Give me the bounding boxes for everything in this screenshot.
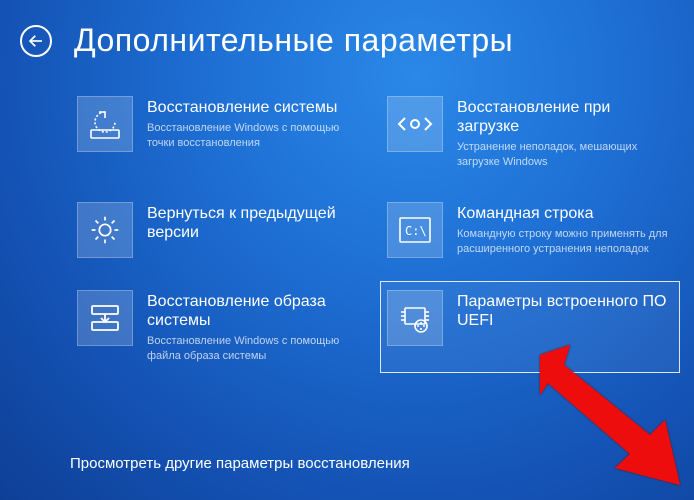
header: Дополнительные параметры	[0, 0, 694, 69]
firmware-chip-icon	[387, 290, 443, 346]
tile-uefi-firmware[interactable]: Параметры встроенного ПО UEFI	[380, 281, 680, 373]
tile-system-restore[interactable]: Восстановление системы Восстановление Wi…	[70, 87, 370, 179]
page-title: Дополнительные параметры	[74, 22, 513, 59]
tile-startup-repair[interactable]: Восстановление при загрузке Устранение н…	[380, 87, 680, 179]
tile-text: Восстановление образа системы Восстановл…	[147, 290, 359, 364]
tile-text: Вернуться к предыдущей версии	[147, 202, 359, 246]
see-more-options-link[interactable]: Просмотреть другие параметры восстановле…	[70, 455, 410, 472]
tile-title: Восстановление системы	[147, 98, 359, 117]
startup-repair-icon	[387, 96, 443, 152]
tile-command-prompt[interactable]: C:\ Командная строка Командную строку мо…	[380, 193, 680, 267]
tile-desc: Командную строку можно применять для рас…	[457, 227, 669, 257]
tile-title: Восстановление при загрузке	[457, 98, 669, 136]
back-button[interactable]	[20, 25, 52, 57]
command-prompt-icon: C:\	[387, 202, 443, 258]
svg-text:C:\: C:\	[405, 224, 427, 238]
system-image-icon	[77, 290, 133, 346]
gear-icon	[77, 202, 133, 258]
tile-title: Вернуться к предыдущей версии	[147, 204, 359, 242]
tile-system-image-recovery[interactable]: Восстановление образа системы Восстановл…	[70, 281, 370, 373]
tile-title: Командная строка	[457, 204, 669, 223]
tile-text: Параметры встроенного ПО UEFI	[457, 290, 669, 334]
tile-text: Восстановление при загрузке Устранение н…	[457, 96, 669, 170]
tile-desc: Восстановление Windows с помощью файла о…	[147, 334, 359, 364]
tile-text: Восстановление системы Восстановление Wi…	[147, 96, 359, 151]
options-grid: Восстановление системы Восстановление Wi…	[0, 69, 694, 373]
tile-title: Параметры встроенного ПО UEFI	[457, 292, 669, 330]
tile-go-back[interactable]: Вернуться к предыдущей версии	[70, 193, 370, 267]
arrow-left-icon	[27, 32, 45, 50]
tile-title: Восстановление образа системы	[147, 292, 359, 330]
tile-desc: Устранение неполадок, мешающих загрузке …	[457, 140, 669, 170]
tile-desc: Восстановление Windows с помощью точки в…	[147, 121, 359, 151]
system-restore-icon	[77, 96, 133, 152]
tile-text: Командная строка Командную строку можно …	[457, 202, 669, 257]
